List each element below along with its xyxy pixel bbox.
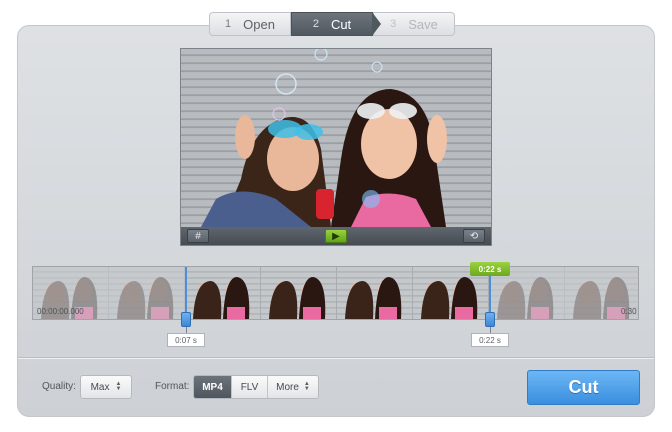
quality-value: Max (90, 381, 110, 393)
timeline-thumbnail (337, 267, 413, 319)
timeline-end-time: 0:30 (621, 307, 637, 316)
quality-select[interactable]: Max ▲ ▼ (80, 375, 132, 399)
format-mp4[interactable]: MP4 (194, 376, 232, 398)
step-label: Open (243, 16, 275, 32)
left-trim-time[interactable]: 0:07 s (167, 333, 205, 347)
updown-icon: ▲ ▼ (303, 381, 310, 392)
play-icon[interactable]: ▶ (325, 229, 347, 243)
step-number: 2 (312, 18, 319, 30)
rotate-icon[interactable]: ⟲ (463, 229, 485, 243)
step-label: Cut (330, 16, 352, 32)
timeline-start-time: 00:00:00.000 (37, 307, 84, 316)
step-number: 1 (225, 18, 232, 30)
left-trim-handle[interactable] (181, 312, 191, 327)
divider (18, 357, 654, 358)
selection-duration-badge: 0:22 s (470, 262, 510, 276)
video-controls: # ▶ ⟲ (181, 227, 491, 245)
format-more-label: More (276, 381, 299, 393)
crop-icon[interactable]: # (187, 229, 209, 243)
step-open[interactable]: 1 Open (209, 12, 291, 36)
timeline-unselected-right (490, 267, 638, 319)
right-trim-handle[interactable] (485, 312, 495, 327)
timeline-thumbnail (261, 267, 337, 319)
wizard-steps: 1 Open 2 Cut 3 Save (209, 12, 455, 36)
step-save[interactable]: 3 Save (373, 12, 455, 36)
format-label: Format: (155, 381, 190, 392)
video-frame (181, 49, 491, 227)
video-frame-image (201, 49, 447, 227)
updown-icon: ▲ ▼ (115, 381, 122, 392)
step-number: 3 (390, 18, 397, 30)
format-selector: MP4 FLV More ▲ ▼ (193, 375, 319, 399)
step-cut[interactable]: 2 Cut (291, 12, 381, 36)
format-more[interactable]: More ▲ ▼ (268, 376, 318, 398)
step-label: Save (408, 16, 438, 32)
cut-button[interactable]: Cut (527, 370, 640, 405)
right-trim-time[interactable]: 0:22 s (471, 333, 509, 347)
timeline-thumbnail (185, 267, 261, 319)
format-flv[interactable]: FLV (232, 376, 268, 398)
quality-label: Quality: (42, 381, 76, 392)
video-preview: # ▶ ⟲ (180, 48, 492, 246)
timeline-strip[interactable]: 00:00:00.000 0:30 (32, 266, 639, 320)
